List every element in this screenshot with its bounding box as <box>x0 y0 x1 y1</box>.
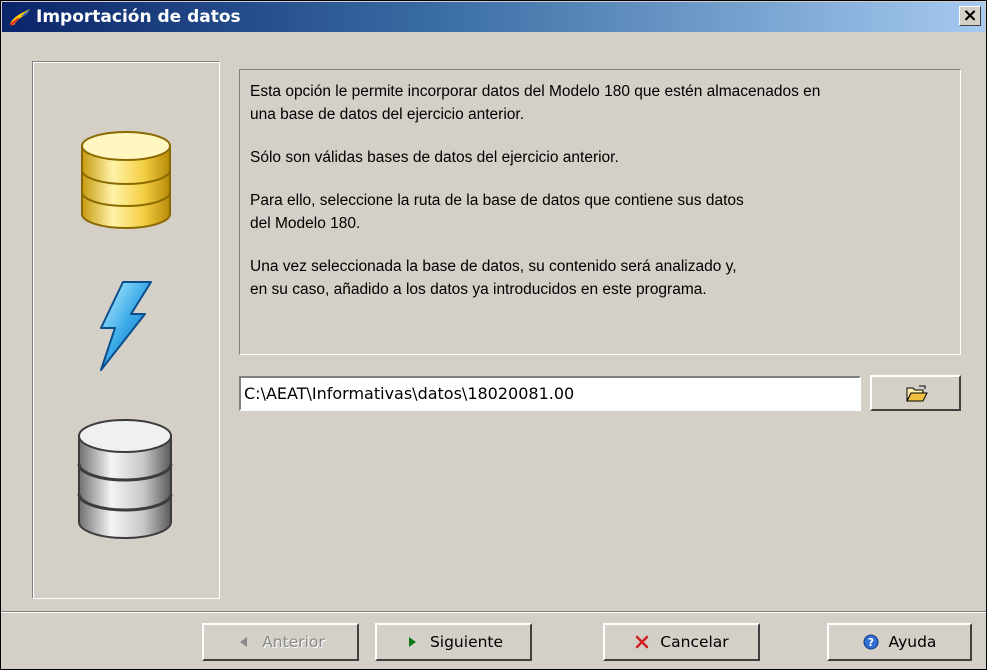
arrow-right-icon <box>408 637 416 647</box>
next-button-label: Siguiente <box>429 633 504 651</box>
help-button[interactable]: ? Ayuda <box>827 623 972 661</box>
database-path-input[interactable] <box>239 376 861 411</box>
close-icon: × <box>962 5 978 26</box>
close-button[interactable]: × <box>959 6 981 26</box>
gray-database-icon <box>77 419 173 539</box>
help-button-label: Ayuda <box>888 633 937 651</box>
info-paragraph: Para ello, seleccione la ruta de la base… <box>250 192 744 232</box>
back-button-label: Anterior <box>262 633 325 651</box>
brush-icon <box>10 9 30 26</box>
cancel-x-icon <box>636 635 649 649</box>
svg-text:?: ? <box>867 636 873 649</box>
cancel-button-label: Cancelar <box>660 633 729 651</box>
import-dialog: Importación de datos × Esta opción le pe… <box>0 0 987 670</box>
title-bar[interactable]: Importación de datos × <box>2 2 985 32</box>
lightning-icon <box>100 281 152 371</box>
info-paragraph: Una vez seleccionada la base de datos, s… <box>250 258 737 298</box>
info-text-box: Esta opción le permite incorporar datos … <box>239 69 961 355</box>
browse-folder-button[interactable] <box>870 375 961 411</box>
help-question-icon: ? <box>863 634 879 650</box>
separator <box>1 612 986 613</box>
window-title: Importación de datos <box>36 7 241 27</box>
arrow-left-icon <box>240 637 248 647</box>
back-button[interactable]: Anterior <box>202 623 359 661</box>
info-paragraph: Sólo son válidas bases de datos del ejer… <box>250 149 619 166</box>
next-button[interactable]: Siguiente <box>375 623 532 661</box>
yellow-database-icon <box>81 131 171 229</box>
open-folder-icon <box>906 385 928 402</box>
cancel-button[interactable]: Cancelar <box>603 623 760 661</box>
side-illustration-panel <box>32 61 220 599</box>
info-paragraph: Esta opción le permite incorporar datos … <box>250 83 821 123</box>
